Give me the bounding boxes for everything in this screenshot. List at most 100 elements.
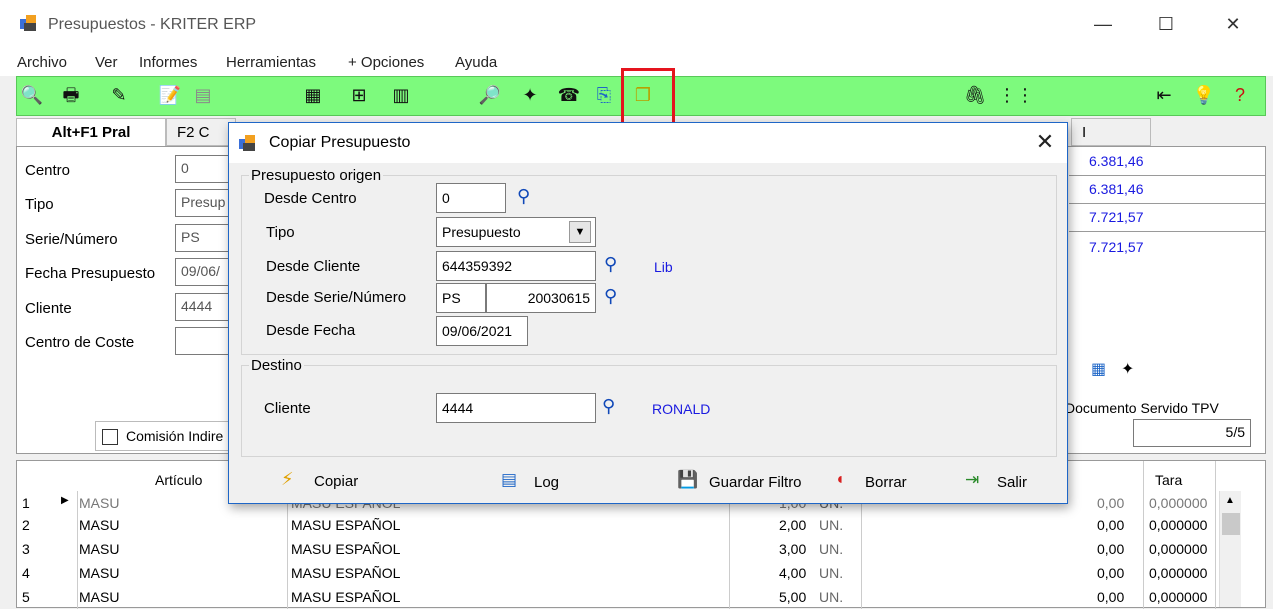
print-icon[interactable]: 🖶 (59, 83, 83, 107)
row-pointer-icon: ▶ (61, 495, 69, 506)
desde-cliente-name-link[interactable]: Lib (654, 259, 673, 275)
tab-second[interactable]: F2 C (166, 118, 236, 146)
label-serie-numero: Serie/Número (25, 231, 118, 248)
table-row[interactable]: 5 MASU MASU ESPAÑOL 5,00 UN. 0,00 0,0000… (17, 585, 1217, 607)
borrar-button[interactable]: ◖ Borrar (835, 469, 925, 495)
menu-opciones[interactable]: + Opciones (348, 54, 424, 71)
label-cliente: Cliente (25, 300, 72, 317)
row-qty: 2,00 (779, 517, 807, 533)
desde-cliente-label: Desde Cliente (266, 258, 361, 275)
row-code: MASU (79, 589, 120, 605)
destino-cliente-name: RONALD (652, 401, 711, 417)
guardar-filtro-button[interactable]: 💾 Guardar Filtro (677, 469, 817, 495)
menu-ayuda[interactable]: Ayuda (455, 54, 497, 71)
maximize-button[interactable]: ☐ (1146, 10, 1186, 38)
row-amount: 0,00 (1097, 589, 1125, 605)
salir-button[interactable]: ⇥ Salir (965, 469, 1045, 495)
serie-field[interactable]: PS (175, 224, 235, 252)
star-icon[interactable]: ✦ (1121, 359, 1143, 379)
close-button[interactable]: ✕ (1213, 10, 1253, 38)
row-qty: 3,00 (779, 541, 807, 557)
desde-serie-input[interactable]: PS (436, 283, 486, 313)
borrar-label: Borrar (865, 474, 907, 491)
help-icon[interactable]: ? (1228, 83, 1252, 107)
row-desc: MASU ESPAÑOL (291, 589, 401, 605)
edit-icon[interactable]: ✎ (107, 83, 131, 107)
tipo-field[interactable]: Presup (175, 189, 235, 217)
desde-serie-label: Desde Serie/Número (266, 289, 407, 306)
table-row[interactable]: 2 MASU MASU ESPAÑOL 2,00 UN. 0,00 0,0000… (17, 513, 1217, 535)
menu-archivo[interactable]: Archivo (17, 54, 67, 71)
row-code: MASU (79, 517, 120, 533)
cliente-field[interactable]: 4444 (175, 293, 235, 321)
tab-principal[interactable]: Alt+F1 Pral (16, 118, 166, 146)
minimize-button[interactable]: — (1083, 10, 1123, 38)
calc-icon[interactable]: ▦ (301, 83, 325, 107)
app-icon (18, 14, 38, 32)
search-icon[interactable]: 🔎 (478, 83, 502, 107)
grid-scrollbar[interactable]: ▲ (1219, 491, 1241, 607)
destino-legend: Destino (249, 357, 304, 374)
table-row[interactable]: 3 MASU MASU ESPAÑOL 3,00 UN. 0,00 0,0000… (17, 537, 1217, 559)
menu-informes[interactable]: Informes (139, 54, 197, 71)
row-unit: UN. (819, 589, 844, 605)
menu-ver[interactable]: Ver (95, 54, 118, 71)
copiar-button[interactable]: ⚡ Copiar (281, 469, 401, 495)
total-value: 6.381,46 (1089, 181, 1144, 197)
row-code: MASU (79, 565, 120, 581)
log-button[interactable]: ▤ Log (501, 469, 591, 495)
chevron-down-icon[interactable]: ▼ (569, 221, 591, 243)
notes-icon[interactable]: 📝 (158, 83, 182, 107)
desde-centro-input[interactable]: 0 (436, 183, 506, 213)
grid-icon[interactable]: ▥ (389, 83, 413, 107)
row-unit: UN. (819, 541, 844, 557)
dialog-close-button[interactable]: ✕ (1025, 127, 1065, 157)
scroll-up-icon[interactable]: ▲ (1225, 495, 1235, 506)
label-fecha: Fecha Presupuesto (25, 265, 156, 282)
fecha-field[interactable]: 09/06/ (175, 258, 235, 286)
tree-icon[interactable]: ⊞ (347, 83, 371, 107)
binoculars-icon[interactable]: ⚲ (517, 186, 530, 207)
log-button-label: Log (534, 474, 560, 491)
menu-herramientas[interactable]: Herramientas (226, 54, 316, 71)
desde-centro-label: Desde Centro (264, 190, 357, 207)
binoculars-icon[interactable]: ⚲ (602, 396, 615, 417)
calculator-icon[interactable]: ▦ (1091, 359, 1111, 379)
row-code: MASU (79, 541, 120, 557)
row-tara: 0,000000 (1149, 541, 1208, 557)
tab-hidden-right[interactable]: I (1071, 118, 1151, 146)
columns-icon[interactable]: ⋮⋮ (998, 83, 1034, 107)
totals-panel: 6.381,46 6.381,46 7.721,57 7.721,57 (1069, 147, 1265, 283)
comision-checkbox[interactable] (102, 429, 118, 445)
exit-icon[interactable]: ⇤ (1152, 83, 1176, 107)
clip-icon[interactable]: ⎘ (592, 83, 616, 107)
row-qty: 4,00 (779, 565, 807, 581)
table-row[interactable]: 4 MASU MASU ESPAÑOL 4,00 UN. 0,00 0,0000… (17, 561, 1217, 583)
bulb-icon[interactable]: 💡 (1192, 83, 1216, 107)
centro-field[interactable]: 0 (175, 155, 235, 183)
desde-numero-input[interactable]: 20030615 (486, 283, 596, 313)
copiar-button-label: Copiar (314, 473, 359, 490)
row-amount: 0,00 (1097, 495, 1125, 511)
desde-cliente-input[interactable]: 644359392 (436, 251, 596, 281)
destino-cliente-input[interactable]: 4444 (436, 393, 596, 423)
list-icon[interactable]: ▤ (191, 83, 215, 107)
preview-icon[interactable]: 🔍 (20, 83, 44, 107)
star-icon[interactable]: ✦ (518, 83, 542, 107)
col-tara[interactable]: Tara (1155, 472, 1182, 488)
row-tara: 0,000000 (1149, 495, 1208, 511)
binoculars-icon[interactable]: ⚲ (604, 254, 617, 275)
tpv-field[interactable]: 5/5 (1133, 419, 1251, 447)
attach-icon[interactable]: 🖇 (963, 83, 987, 107)
eraser-icon: ◖ (835, 471, 845, 488)
row-unit: UN. (819, 565, 844, 581)
row-qty: 5,00 (779, 589, 807, 605)
binoculars-icon[interactable]: ⚲ (604, 286, 617, 307)
centro-coste-field[interactable] (175, 327, 235, 355)
phone-icon[interactable]: ☎ (557, 83, 581, 107)
scroll-thumb[interactable] (1222, 513, 1240, 535)
desde-fecha-input[interactable]: 09/06/2021 (436, 316, 528, 346)
origen-group (241, 175, 1057, 355)
comision-label: Comisión Indire (126, 428, 224, 444)
col-articulo[interactable]: Artículo (155, 472, 202, 488)
